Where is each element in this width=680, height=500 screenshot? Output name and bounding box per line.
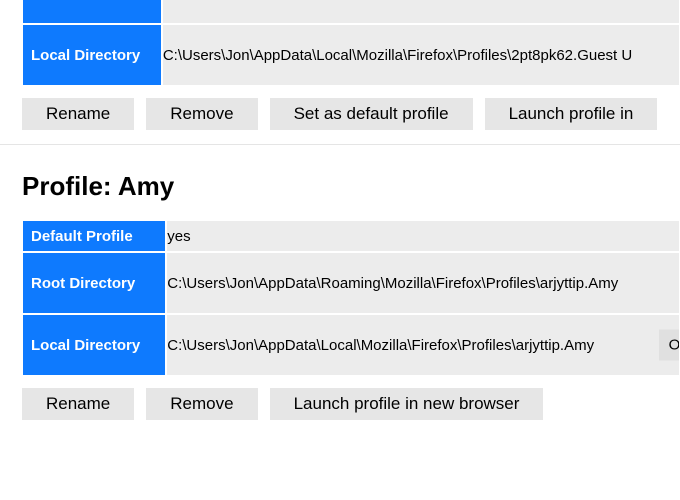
rename-button[interactable]: Rename (22, 98, 134, 130)
profile-table: Default Profile yes Root Directory C:\Us… (22, 220, 680, 376)
rename-button[interactable]: Rename (22, 388, 134, 420)
profile-actions: Rename Remove Set as default profile Lau… (0, 86, 680, 145)
local-directory-value: C:\Users\Jon\AppData\Local\Mozilla\Firef… (162, 24, 680, 86)
set-default-button[interactable]: Set as default profile (270, 98, 473, 130)
root-directory-label: Root Directory (22, 252, 166, 314)
profile-table: . Local Directory C:\Users\Jon\AppData\L… (22, 0, 680, 86)
profile-section-amy: Profile: Amy Default Profile yes Root Di… (0, 153, 680, 434)
root-directory-value: C:\Users\Jon\AppData\Roaming\Mozilla\Fir… (166, 252, 680, 314)
launch-profile-button[interactable]: Launch profile in (485, 98, 658, 130)
profile-title: Profile: Amy (0, 153, 680, 220)
local-directory-label: Local Directory (22, 314, 166, 376)
local-directory-label: Local Directory (22, 24, 162, 86)
default-profile-value: yes (166, 220, 680, 252)
default-profile-label: Default Profile (22, 220, 166, 252)
local-directory-value: C:\Users\Jon\AppData\Local\Mozilla\Firef… (166, 314, 680, 376)
open-folder-button[interactable]: Ope (659, 330, 680, 361)
root-directory-value (162, 0, 680, 24)
remove-button[interactable]: Remove (146, 98, 257, 130)
launch-profile-button[interactable]: Launch profile in new browser (270, 388, 544, 420)
profile-section-guest: . Local Directory C:\Users\Jon\AppData\L… (0, 0, 680, 145)
root-directory-label: . (22, 0, 162, 24)
profile-actions: Rename Remove Launch profile in new brow… (0, 376, 680, 434)
remove-button[interactable]: Remove (146, 388, 257, 420)
